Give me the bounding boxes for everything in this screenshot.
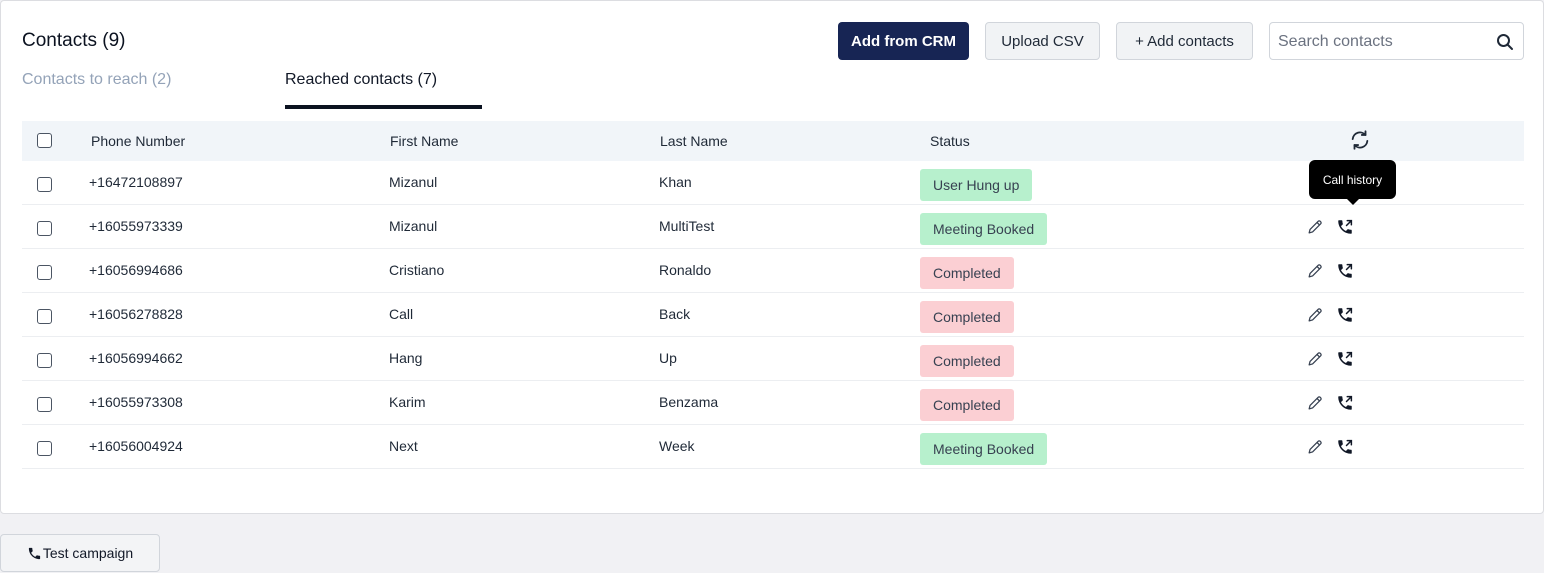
active-tab-indicator — [285, 105, 482, 109]
row-checkbox[interactable] — [37, 309, 52, 324]
tab-reached-contacts[interactable]: Reached contacts (7) — [285, 71, 437, 89]
status-badge: Meeting Booked — [920, 433, 1048, 465]
edit-icon[interactable] — [1306, 438, 1324, 456]
first-name-cell: Mizanul — [389, 218, 438, 234]
last-name-cell: Ronaldo — [659, 262, 712, 278]
table-row: +16056278828 Call Back Completed — [22, 293, 1524, 337]
row-checkbox[interactable] — [37, 221, 52, 236]
first-name-cell: Hang — [389, 350, 423, 366]
call-history-icon[interactable] — [1336, 218, 1354, 236]
phone-number-cell: +16472108897 — [89, 174, 183, 190]
first-name-cell: Call — [389, 306, 414, 322]
edit-icon[interactable] — [1306, 306, 1324, 324]
last-name-cell: Week — [659, 438, 695, 454]
status-badge: Meeting Booked — [920, 213, 1048, 245]
phone-icon — [28, 547, 40, 559]
first-name-cell: Karim — [389, 394, 426, 410]
last-name-cell: MultiTest — [659, 218, 715, 234]
edit-icon[interactable] — [1306, 218, 1324, 236]
row-checkbox[interactable] — [37, 177, 52, 192]
table-row: +16055973308 Karim Benzama Completed — [22, 381, 1524, 425]
contacts-panel: Contacts (9) Add from CRM Upload CSV + A… — [0, 0, 1544, 514]
table-header: Phone Number First Name Last Name Status — [22, 121, 1524, 161]
call-history-icon[interactable] — [1336, 394, 1354, 412]
row-checkbox[interactable] — [37, 441, 52, 456]
status-badge: Completed — [920, 301, 1014, 333]
call-history-icon[interactable] — [1336, 438, 1354, 456]
call-history-icon[interactable] — [1336, 262, 1354, 280]
phone-number-cell: +16056994662 — [89, 350, 183, 366]
column-first-name[interactable]: First Name — [390, 133, 458, 149]
upload-csv-button[interactable]: Upload CSV — [985, 22, 1100, 60]
search-icon[interactable] — [1495, 32, 1515, 52]
table-row: +16055973339 Mizanul MultiTest Meeting Book… — [22, 205, 1524, 249]
edit-icon[interactable] — [1306, 350, 1324, 368]
phone-number-cell: +16056004924 — [89, 438, 183, 454]
table-row: +16056994686 Cristiano Ronaldo Completed — [22, 249, 1524, 293]
column-phone-number[interactable]: Phone Number — [91, 133, 185, 149]
refresh-icon[interactable] — [1349, 129, 1371, 151]
table-row: +16056994662 Hang Up Completed — [22, 337, 1524, 381]
search-input[interactable] — [1278, 31, 1488, 53]
phone-number-cell: +16056278828 — [89, 306, 183, 322]
call-history-tooltip: Call history — [1309, 160, 1396, 205]
page-title: Contacts (9) — [22, 30, 126, 51]
column-status[interactable]: Status — [930, 133, 970, 149]
column-last-name[interactable]: Last Name — [660, 133, 728, 149]
table-row: +16056004924 Next Week Meeting Booked — [22, 425, 1524, 469]
add-from-crm-button[interactable]: Add from CRM — [838, 22, 969, 60]
row-checkbox[interactable] — [37, 265, 52, 280]
table-row: +16472108897 Mizanul Khan User Hung up — [22, 161, 1524, 205]
status-badge: Completed — [920, 389, 1014, 421]
tab-contacts-to-reach[interactable]: Contacts to reach (2) — [22, 71, 171, 89]
row-checkbox[interactable] — [37, 353, 52, 368]
search-box — [1269, 22, 1524, 60]
status-badge: Completed — [920, 345, 1014, 377]
last-name-cell: Back — [659, 306, 691, 322]
status-badge: User Hung up — [920, 169, 1033, 201]
row-checkbox[interactable] — [37, 397, 52, 412]
add-contacts-button[interactable]: + Add contacts — [1116, 22, 1253, 60]
select-all-checkbox[interactable] — [37, 133, 52, 148]
first-name-cell: Cristiano — [389, 262, 445, 278]
last-name-cell: Benzama — [659, 394, 719, 410]
test-campaign-button[interactable]: Test campaign — [0, 534, 160, 572]
edit-icon[interactable] — [1306, 262, 1324, 280]
phone-number-cell: +16055973308 — [89, 394, 183, 410]
test-campaign-label: Test campaign — [42, 545, 134, 561]
first-name-cell: Next — [389, 438, 418, 454]
status-badge: Completed — [920, 257, 1014, 289]
last-name-cell: Up — [659, 350, 677, 366]
last-name-cell: Khan — [659, 174, 692, 190]
call-history-icon[interactable] — [1336, 350, 1354, 368]
phone-number-cell: +16056994686 — [89, 262, 183, 278]
first-name-cell: Mizanul — [389, 174, 438, 190]
phone-number-cell: +16055973339 — [89, 218, 183, 234]
call-history-icon[interactable] — [1336, 306, 1354, 324]
edit-icon[interactable] — [1306, 394, 1324, 412]
